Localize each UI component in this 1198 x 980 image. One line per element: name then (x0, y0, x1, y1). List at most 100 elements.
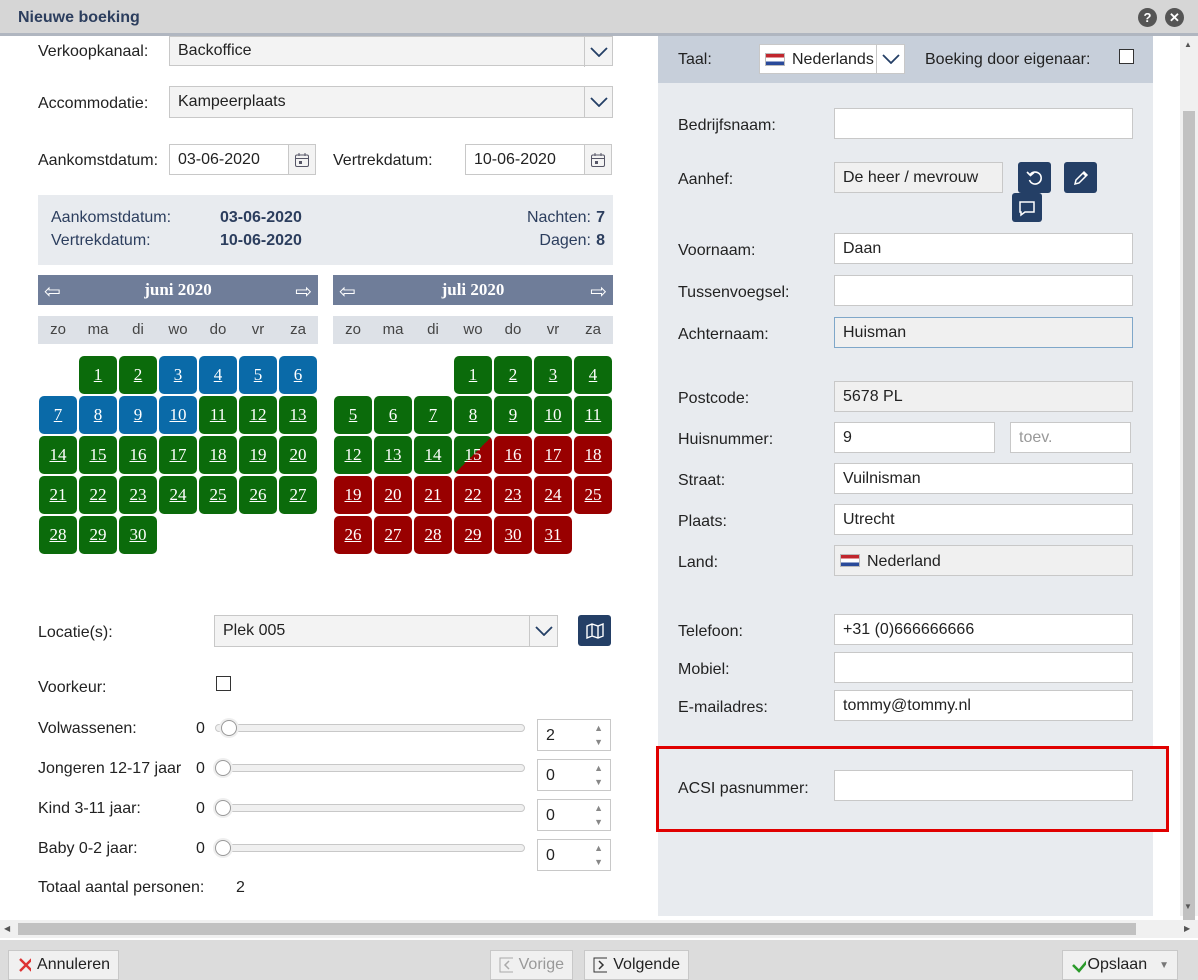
calendar-day[interactable]: 28 (414, 516, 452, 554)
horizontal-scrollbar[interactable]: ◀ ▶ (0, 920, 1198, 938)
calendar-day[interactable]: 10 (159, 396, 197, 434)
accommodatie-select[interactable]: Kampeerplaats (169, 86, 613, 118)
calendar-day[interactable]: 28 (39, 516, 77, 554)
calendar-day[interactable]: 7 (39, 396, 77, 434)
kind-slider[interactable] (215, 804, 525, 812)
calendar-day[interactable]: 4 (199, 356, 237, 394)
scroll-up-icon[interactable]: ▲ (1184, 40, 1192, 49)
scroll-down-icon[interactable]: ▼ (1184, 902, 1192, 911)
calendar-icon[interactable] (288, 145, 315, 174)
bedrijfsnaam-input[interactable] (834, 108, 1133, 139)
aanhef-field[interactable]: De heer / mevrouw (834, 162, 1003, 193)
mobiel-input[interactable] (834, 652, 1133, 683)
close-icon[interactable]: ✕ (1165, 8, 1184, 27)
calendar-day[interactable]: 11 (574, 396, 612, 434)
opslaan-button[interactable]: Opslaan ▼ (1062, 950, 1178, 980)
edit-aanhef-button[interactable] (1064, 162, 1097, 193)
calendar-day[interactable]: 25 (574, 476, 612, 514)
calendar-day[interactable]: 6 (279, 356, 317, 394)
calendar-day[interactable]: 21 (414, 476, 452, 514)
scrollbar-thumb[interactable] (18, 923, 1136, 935)
calendar-day[interactable]: 13 (279, 396, 317, 434)
calendar-day[interactable]: 6 (374, 396, 412, 434)
calendar-day[interactable]: 27 (374, 516, 412, 554)
voornaam-input[interactable]: Daan (834, 233, 1133, 264)
vertical-scrollbar[interactable]: ▲ ▼ (1180, 36, 1198, 936)
plaats-input[interactable]: Utrecht (834, 504, 1133, 535)
calendar-day[interactable]: 20 (279, 436, 317, 474)
calendar-day[interactable]: 3 (159, 356, 197, 394)
calendar-day[interactable]: 15 (454, 436, 492, 474)
spin-up-icon[interactable]: ▲ (594, 803, 603, 813)
calendar-day[interactable]: 30 (119, 516, 157, 554)
calendar-day[interactable]: 11 (199, 396, 237, 434)
acsi-input[interactable] (834, 770, 1133, 801)
next-month-icon[interactable]: ⇨ (590, 279, 607, 304)
slider-handle[interactable] (215, 800, 231, 816)
telefoon-input[interactable]: +31 (0)666666666 (834, 614, 1133, 645)
volwassenen-stepper[interactable]: 2 ▲ ▼ (537, 719, 611, 751)
calendar-day[interactable]: 1 (454, 356, 492, 394)
calendar-day[interactable]: 2 (119, 356, 157, 394)
calendar-day[interactable]: 29 (454, 516, 492, 554)
spin-up-icon[interactable]: ▲ (594, 763, 603, 773)
spin-up-icon[interactable]: ▲ (594, 843, 603, 853)
next-month-icon[interactable]: ⇨ (295, 279, 312, 304)
calendar-day[interactable]: 29 (79, 516, 117, 554)
calendar-day[interactable]: 5 (334, 396, 372, 434)
calendar-day[interactable]: 16 (494, 436, 532, 474)
vertrekdatum-input[interactable]: 10-06-2020 (465, 144, 612, 175)
calendar-day[interactable]: 9 (119, 396, 157, 434)
straat-input[interactable]: Vuilnisman (834, 463, 1133, 494)
spin-down-icon[interactable]: ▼ (594, 817, 603, 827)
vorige-button[interactable]: Vorige (490, 950, 573, 980)
calendar-day[interactable]: 26 (239, 476, 277, 514)
baby-slider[interactable] (215, 844, 525, 852)
calendar-day[interactable]: 13 (374, 436, 412, 474)
calendar-day[interactable]: 15 (79, 436, 117, 474)
calendar-day[interactable]: 24 (534, 476, 572, 514)
calendar-day[interactable]: 24 (159, 476, 197, 514)
calendar-day[interactable]: 1 (79, 356, 117, 394)
spin-down-icon[interactable]: ▼ (594, 777, 603, 787)
calendar-day[interactable]: 20 (374, 476, 412, 514)
email-input[interactable]: tommy@tommy.nl (834, 690, 1133, 721)
calendar-day[interactable]: 26 (334, 516, 372, 554)
taal-select[interactable]: Nederlands (759, 44, 905, 74)
calendar-day[interactable]: 25 (199, 476, 237, 514)
calendar-day[interactable]: 5 (239, 356, 277, 394)
volwassenen-slider[interactable] (215, 724, 525, 732)
map-button[interactable] (578, 615, 611, 646)
calendar-day[interactable]: 19 (239, 436, 277, 474)
tussenvoegsel-input[interactable] (834, 275, 1133, 306)
calendar-day[interactable]: 18 (199, 436, 237, 474)
dropdown-arrow-icon[interactable]: ▼ (1159, 960, 1169, 971)
calendar-icon[interactable] (584, 145, 611, 174)
locatie-select[interactable]: Plek 005 (214, 615, 558, 647)
calendar-day[interactable]: 17 (159, 436, 197, 474)
calendar-day[interactable]: 10 (534, 396, 572, 434)
scrollbar-thumb[interactable] (1183, 111, 1195, 936)
slider-handle[interactable] (215, 840, 231, 856)
land-select[interactable]: Nederland (834, 545, 1133, 576)
jongeren-slider[interactable] (215, 764, 525, 772)
calendar-day[interactable]: 30 (494, 516, 532, 554)
aankomstdatum-input[interactable]: 03-06-2020 (169, 144, 316, 175)
calendar-day[interactable]: 4 (574, 356, 612, 394)
calendar-day[interactable]: 8 (79, 396, 117, 434)
slider-handle[interactable] (221, 720, 237, 736)
help-icon[interactable]: ? (1138, 8, 1157, 27)
calendar-day[interactable]: 18 (574, 436, 612, 474)
spin-down-icon[interactable]: ▼ (594, 857, 603, 867)
achternaam-input[interactable]: Huisman (834, 317, 1133, 348)
jongeren-stepper[interactable]: 0 ▲ ▼ (537, 759, 611, 791)
calendar-day[interactable]: 7 (414, 396, 452, 434)
calendar-day[interactable]: 12 (239, 396, 277, 434)
voorkeur-checkbox[interactable] (216, 676, 231, 691)
calendar-day[interactable]: 22 (454, 476, 492, 514)
scroll-right-icon[interactable]: ▶ (1184, 924, 1190, 933)
calendar-day[interactable]: 12 (334, 436, 372, 474)
calendar-day[interactable]: 16 (119, 436, 157, 474)
calendar-day[interactable]: 21 (39, 476, 77, 514)
boeking-eigenaar-checkbox[interactable] (1119, 49, 1134, 64)
